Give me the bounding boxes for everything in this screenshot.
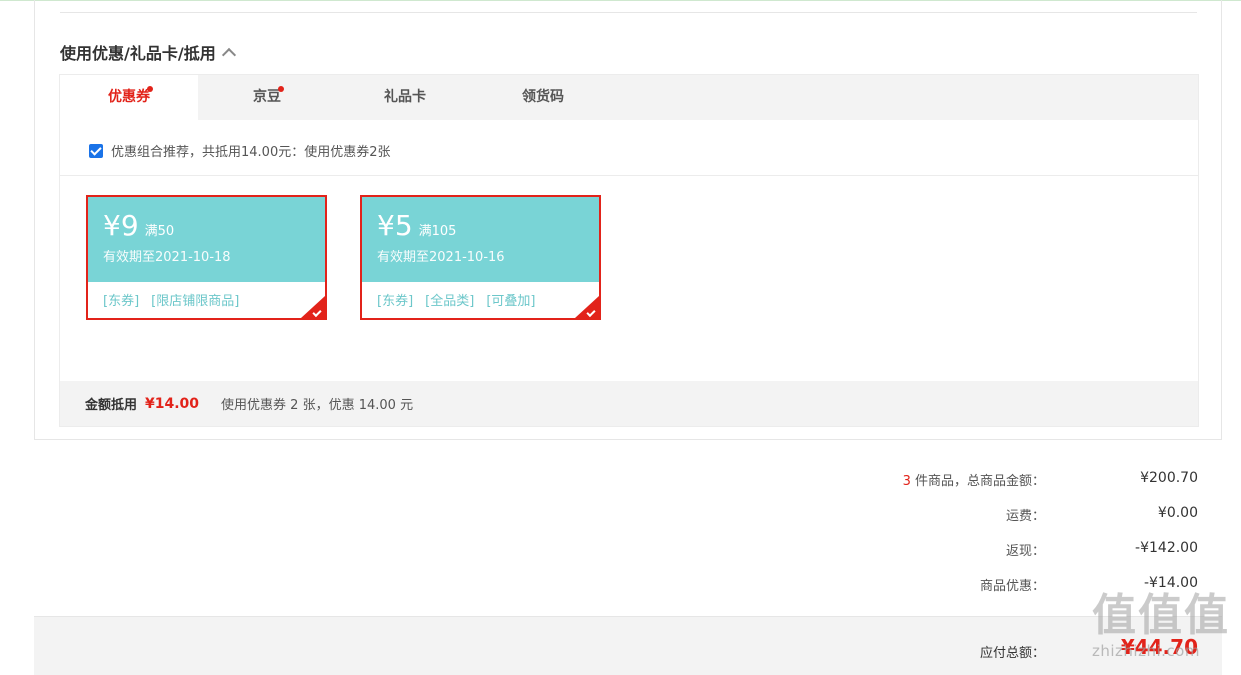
coupon-header: ¥9 满50 有效期至2021-10-18: [88, 197, 325, 282]
total-row-items: 3 件商品，总商品金额： ¥200.70: [600, 462, 1198, 497]
order-totals: 3 件商品，总商品金额： ¥200.70 运费： ¥0.00 返现： -¥142…: [600, 462, 1198, 602]
section-divider: [60, 12, 1197, 13]
tab-label: 京豆: [253, 89, 281, 105]
recommend-checkbox[interactable]: [89, 143, 103, 158]
coupon-amount: ¥5: [377, 209, 413, 242]
item-count: 3: [902, 474, 911, 489]
pay-total-label: 应付总额：: [979, 646, 1045, 661]
recommend-combo-row[interactable]: 优惠组合推荐，共抵用14.00元：使用优惠券2张: [89, 141, 391, 160]
discount-summary-bar: 金额抵用 ¥14.00 使用优惠券 2 张，优惠 14.00 元: [60, 381, 1198, 426]
summary-desc: 使用优惠券 2 张，优惠 14.00 元: [221, 398, 414, 413]
coupon-tag: [限店铺限商品]: [151, 294, 240, 309]
coupon-tags: [东券] [限店铺限商品]: [88, 282, 325, 309]
coupon-condition: 满50: [144, 224, 175, 239]
coupon-tag: [东券]: [377, 294, 414, 309]
coupon-card[interactable]: ¥9 满50 有效期至2021-10-18 [东券] [限店铺限商品]: [86, 195, 327, 320]
notification-dot-icon: [147, 86, 153, 92]
chevron-up-icon[interactable]: [221, 47, 236, 63]
notification-dot-icon: [278, 86, 284, 92]
coupon-condition: 满105: [418, 224, 457, 239]
tab-pickup-code[interactable]: 领货码: [474, 75, 612, 120]
coupon-card[interactable]: ¥5 满105 有效期至2021-10-16 [东券] [全品类] [可叠加]: [360, 195, 601, 320]
discount-label: 商品优惠：: [979, 579, 1045, 594]
tab-label: 礼品卡: [384, 89, 426, 105]
summary-label: 金额抵用: [85, 398, 138, 413]
coupon-tag: [东券]: [103, 294, 140, 309]
tab-gift-card[interactable]: 礼品卡: [336, 75, 474, 120]
coupon-expiry: 有效期至2021-10-16: [377, 250, 505, 265]
total-row-discount: 商品优惠： -¥14.00: [600, 567, 1198, 602]
discount-tabs: 优惠券 京豆 礼品卡 领货码: [60, 75, 1198, 120]
tab-jingdou[interactable]: 京豆: [198, 75, 336, 120]
coupon-expiry: 有效期至2021-10-18: [103, 250, 231, 265]
payment-bar: 应付总额： ¥44.70: [34, 616, 1222, 675]
total-row-cashback: 返现： -¥142.00: [600, 532, 1198, 567]
total-row-shipping: 运费： ¥0.00: [600, 497, 1198, 532]
shipping-label: 运费：: [1005, 509, 1045, 524]
shipping-value: ¥0.00: [1157, 505, 1198, 521]
coupon-amount: ¥9: [103, 209, 139, 242]
discount-panel: 优惠券 京豆 礼品卡 领货码 优惠组合推荐，共抵用14.00元：使用优惠券2张 …: [59, 74, 1199, 427]
coupon-tag: [全品类]: [425, 294, 475, 309]
items-value: ¥200.70: [1140, 470, 1198, 486]
cashback-value: -¥142.00: [1135, 540, 1198, 556]
coupon-tag: [可叠加]: [486, 294, 536, 309]
discount-value: -¥14.00: [1143, 575, 1198, 591]
items-label-text: 件商品，总商品金额：: [910, 474, 1045, 489]
coupon-tags: [东券] [全品类] [可叠加]: [362, 282, 599, 309]
tab-coupons[interactable]: 优惠券: [60, 75, 198, 120]
tab-label: 领货码: [522, 89, 564, 105]
cashback-label: 返现：: [1005, 544, 1045, 559]
section-title: 使用优惠/礼品卡/抵用: [60, 44, 216, 63]
items-label: 3 件商品，总商品金额：: [903, 470, 1045, 489]
summary-amount: ¥14.00: [145, 395, 200, 412]
recommend-text: 优惠组合推荐，共抵用14.00元：使用优惠券2张: [111, 145, 391, 160]
pay-total-amount: ¥44.70: [1120, 635, 1198, 659]
tab-label: 优惠券: [108, 89, 150, 105]
coupon-header: ¥5 满105 有效期至2021-10-16: [362, 197, 599, 282]
panel-divider: [60, 175, 1198, 176]
discount-section-header[interactable]: 使用优惠/礼品卡/抵用: [60, 40, 236, 64]
